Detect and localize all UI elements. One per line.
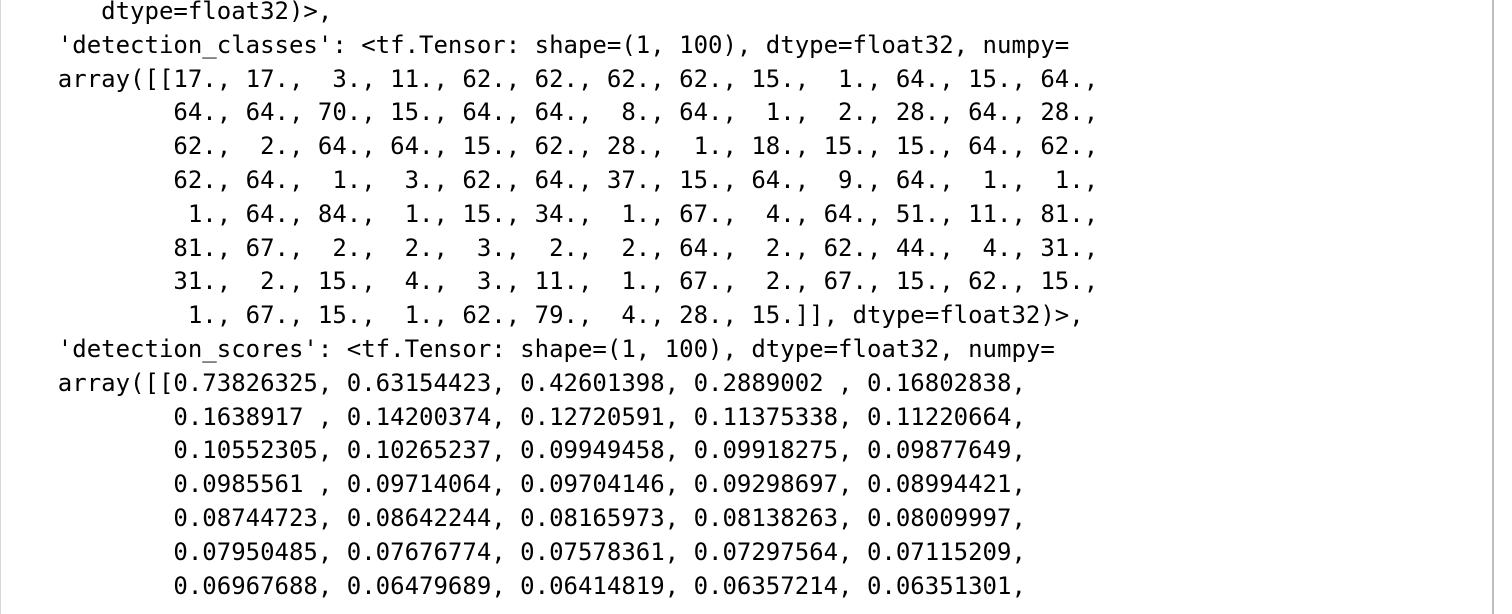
output-line: array([[0.73826325, 0.63154423, 0.426013… [0, 368, 1026, 397]
output-scrollbar-edge [1492, 0, 1494, 614]
cell-output-area: dtype=float32)>, 'detection_classes': <t… [0, 0, 1492, 614]
output-line: 'detection_scores': <tf.Tensor: shape=(1… [0, 334, 1055, 363]
tensor-output-text: dtype=float32)>, 'detection_classes': <t… [0, 0, 1098, 603]
output-line: 81., 67., 2., 2., 3., 2., 2., 64., 2., 6… [0, 233, 1099, 262]
output-line: 0.07950485, 0.07676774, 0.07578361, 0.07… [0, 537, 1026, 566]
output-line: 0.08744723, 0.08642244, 0.08165973, 0.08… [0, 503, 1026, 532]
output-line: 1., 64., 84., 1., 15., 34., 1., 67., 4.,… [0, 199, 1099, 228]
output-line: 62., 64., 1., 3., 62., 64., 37., 15., 64… [0, 165, 1099, 194]
output-line: array([[17., 17., 3., 11., 62., 62., 62.… [0, 64, 1099, 93]
output-line: 31., 2., 15., 4., 3., 11., 1., 67., 2., … [0, 267, 1099, 296]
output-line: 62., 2., 64., 64., 15., 62., 28., 1., 18… [0, 132, 1099, 161]
output-line: 0.10552305, 0.10265237, 0.09949458, 0.09… [0, 436, 1026, 465]
output-line: 0.0985561 , 0.09714064, 0.09704146, 0.09… [0, 470, 1026, 499]
output-line: 'detection_classes': <tf.Tensor: shape=(… [0, 30, 1070, 59]
output-line: 64., 64., 70., 15., 64., 64., 8., 64., 1… [0, 98, 1099, 127]
output-line: 0.1638917 , 0.14200374, 0.12720591, 0.11… [0, 402, 1026, 431]
output-line: 1., 67., 15., 1., 62., 79., 4., 28., 15.… [0, 301, 1084, 330]
output-line: dtype=float32)>, [0, 0, 333, 25]
output-line: 0.06967688, 0.06479689, 0.06414819, 0.06… [0, 571, 1026, 600]
